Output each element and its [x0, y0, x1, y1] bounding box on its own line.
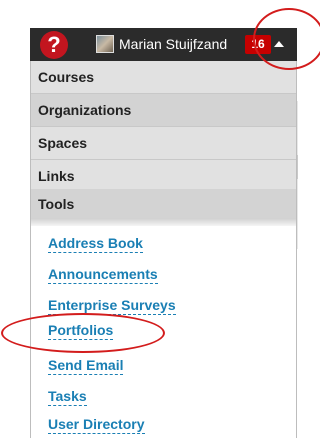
global-nav-menu: Courses Organizations Spaces Links Tools… [30, 61, 297, 438]
tools-separator [31, 218, 296, 226]
user-name[interactable]: Marian Stuijfzand [119, 36, 227, 52]
tool-link-user-directory[interactable]: User Directory [48, 416, 145, 434]
user-avatar[interactable] [96, 35, 114, 53]
tool-link-enterprise-surveys[interactable]: Enterprise Surveys [48, 297, 176, 315]
tool-link-tasks[interactable]: Tasks [48, 388, 87, 406]
menu-item-spaces[interactable]: Spaces [31, 127, 296, 160]
help-icon[interactable]: ? [40, 31, 68, 59]
menu-item-courses[interactable]: Courses [31, 61, 296, 94]
annotation-circle-portfolios [1, 313, 165, 353]
menu-item-organizations[interactable]: Organizations [31, 94, 296, 127]
tool-link-send-email[interactable]: Send Email [48, 357, 124, 375]
annotation-circle-badge [253, 8, 320, 70]
tool-link-address-book[interactable]: Address Book [48, 235, 143, 253]
tool-link-announcements[interactable]: Announcements [48, 266, 158, 284]
menu-item-tools[interactable]: Tools [31, 189, 296, 219]
